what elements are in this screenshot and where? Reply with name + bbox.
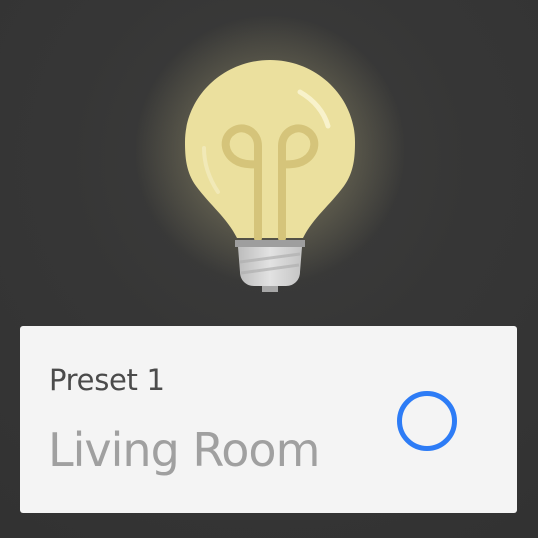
- preset-card[interactable]: Preset 1 Living Room: [20, 326, 517, 513]
- bulb-tip: [262, 286, 278, 292]
- preset-label: Preset 1: [49, 363, 165, 397]
- bulb-collar: [235, 240, 305, 247]
- light-bulb-icon: [135, 15, 405, 292]
- room-name: Living Room: [48, 423, 320, 477]
- radio-button-icon[interactable]: [397, 391, 457, 451]
